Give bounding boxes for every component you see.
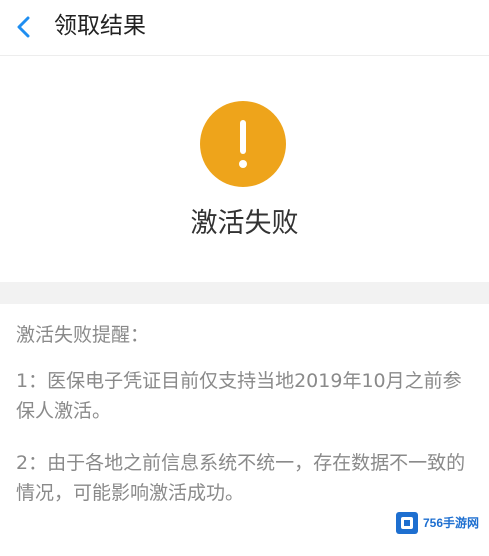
tip-item: 1：医保电子凭证目前仅支持当地2019年10月之前参保人激活。: [16, 370, 462, 422]
exclamation-warning-icon: [200, 101, 286, 187]
navigation-bar: 领取结果: [0, 0, 489, 56]
site-watermark: 756手游网: [393, 510, 483, 536]
watermark-text: 756手游网: [422, 516, 479, 530]
page-title: 领取结果: [54, 13, 146, 39]
section-divider: [0, 282, 489, 304]
result-panel: 激活失败: [0, 56, 489, 282]
tips-heading: 激活失败提醒：: [16, 324, 150, 346]
756-logo: [395, 512, 418, 534]
chevron-left-icon: [17, 16, 30, 38]
result-status-title: 激活失败: [190, 208, 299, 239]
tip-item: 2：由于各地之前信息系统不统一，存在数据不一致的情况，可能影响激活成功。: [16, 452, 466, 504]
back-button[interactable]: [8, 10, 42, 44]
